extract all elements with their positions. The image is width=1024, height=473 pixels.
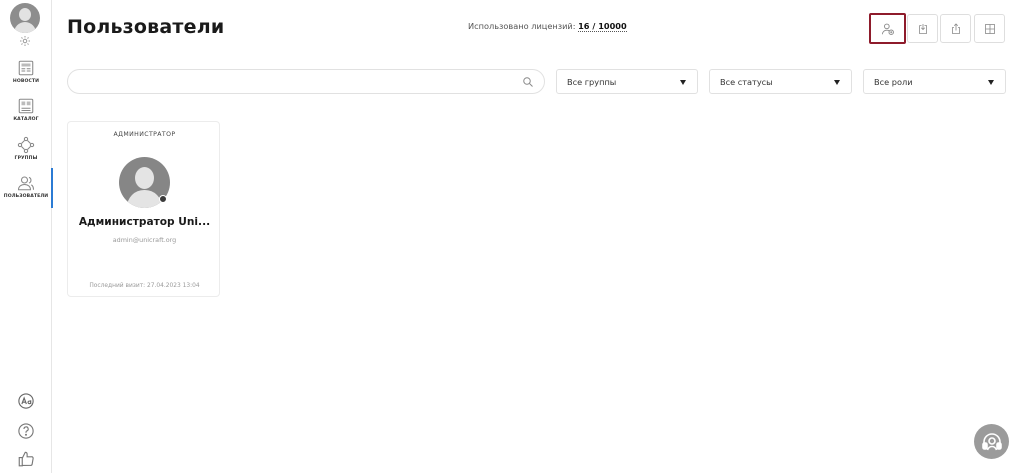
help-icon[interactable] <box>17 422 35 440</box>
statuses-select[interactable]: Все статусы <box>709 69 852 94</box>
search-input[interactable] <box>80 75 510 89</box>
groups-icon <box>17 136 35 154</box>
users-icon <box>17 176 35 191</box>
import-button[interactable] <box>907 14 938 43</box>
user-role: АДМИНИСТРАТОР <box>113 131 176 138</box>
user-last-visit: Последний визит: 27.04.2023 13:04 <box>89 283 200 289</box>
groups-select-value: Все группы <box>567 77 617 87</box>
add-user-icon <box>881 23 894 35</box>
sidebar-item-label: КАТАЛОГ <box>13 117 39 122</box>
profile-avatar[interactable] <box>10 3 40 33</box>
newspaper-icon <box>18 60 34 76</box>
add-user-button[interactable] <box>869 13 906 44</box>
groups-select[interactable]: Все группы <box>556 69 698 94</box>
support-chat-button[interactable] <box>974 424 1009 459</box>
catalog-icon <box>18 98 34 114</box>
grid-view-icon <box>984 23 995 34</box>
export-button[interactable] <box>940 14 971 43</box>
search-icon[interactable] <box>522 76 534 88</box>
sidebar-item-groups[interactable]: ГРУППЫ <box>0 136 52 161</box>
license-value[interactable]: 16 / 10000 <box>578 21 627 32</box>
sidebar-item-news[interactable]: НОВОСТИ <box>0 59 52 84</box>
caret-down-icon <box>680 80 686 85</box>
page-title: Пользователи <box>67 16 225 38</box>
thumbs-up-icon[interactable] <box>17 450 35 468</box>
sidebar-item-label: ГРУППЫ <box>14 156 38 161</box>
roles-select[interactable]: Все роли <box>863 69 1006 94</box>
gear-icon[interactable] <box>19 35 31 47</box>
license-usage: Использовано лицензий: 16 / 10000 <box>468 21 627 32</box>
user-card[interactable]: АДМИНИСТРАТОР Администратор Uni... admin… <box>67 121 220 297</box>
search-box <box>67 69 545 94</box>
export-icon <box>951 22 960 34</box>
import-icon <box>918 23 927 34</box>
roles-select-value: Все роли <box>874 77 913 87</box>
grid-view-button[interactable] <box>974 14 1005 43</box>
sidebar: НОВОСТИ КАТАЛОГ ГРУППЫ ПОЛЬЗОВАТЕЛИ <box>0 0 53 473</box>
sidebar-item-label: ПОЛЬЗОВАТЕЛИ <box>3 194 49 199</box>
caret-down-icon <box>988 80 994 85</box>
sidebar-item-catalog[interactable]: КАТАЛОГ <box>0 97 52 122</box>
sidebar-item-label: НОВОСТИ <box>12 79 40 84</box>
statuses-select-value: Все статусы <box>720 77 773 87</box>
user-email: admin@unicraft.org <box>112 236 177 244</box>
caret-down-icon <box>834 80 840 85</box>
user-name: Администратор Uni... <box>78 216 211 228</box>
license-label: Использовано лицензий: <box>468 21 576 31</box>
online-status-dot <box>159 195 167 203</box>
headset-icon <box>981 432 1002 450</box>
font-size-icon[interactable] <box>17 392 35 410</box>
sidebar-item-users[interactable]: ПОЛЬЗОВАТЕЛИ <box>0 168 53 208</box>
